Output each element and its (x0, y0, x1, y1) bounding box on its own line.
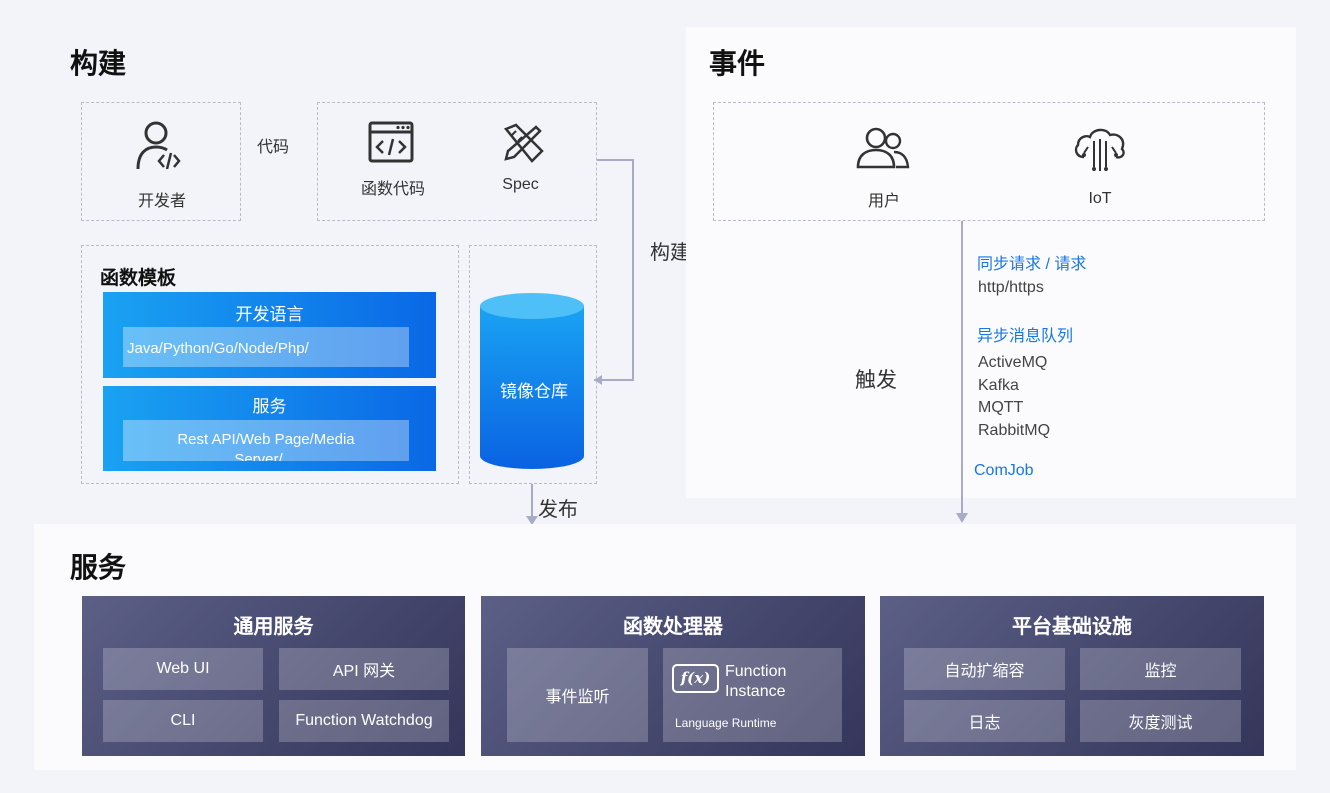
function-template-box: 函数模板 开发语言 Java/Python/Go/Node/Php/ … 服务 … (81, 245, 459, 484)
language-values-box: Java/Python/Go/Node/Php/ … (123, 327, 409, 367)
iot-cloud-icon (1074, 128, 1125, 171)
cronjob-label: ComJob (974, 462, 1034, 479)
trigger-arrow (956, 221, 968, 523)
async-queue-title: 异步消息队列 (977, 328, 1074, 345)
platform-infra-title: 平台基础设施 (1012, 616, 1132, 638)
language-runtime-label: Language Runtime (675, 716, 777, 730)
function-icon: f(x) (672, 664, 719, 693)
code-label: 代码 (257, 139, 290, 156)
service-band-title: 服务 (252, 397, 287, 416)
function-processor-card: 函数处理器 事件监听 f(x) Function Instance Langua… (481, 596, 865, 756)
users-label: 用户 (867, 193, 900, 210)
image-repo-label: 镜像仓库 (500, 382, 568, 401)
event-section-title: 事件 (709, 48, 766, 79)
developer-icon (136, 121, 181, 170)
service-band: 服务 Rest API/Web Page/Media Server/… (103, 386, 436, 471)
function-processor-title: 函数处理器 (623, 616, 723, 638)
build-arrow-label: 构建 (650, 242, 690, 264)
function-instance-label: Function Instance (725, 663, 787, 700)
infra-autoscaling: 自动扩缩容 (904, 648, 1065, 690)
service-values-box: Rest API/Web Page/Media Server/… (123, 420, 409, 461)
mq-mqtt: MQTT (978, 399, 1024, 416)
infra-canary-testing: 灰度测试 (1080, 700, 1241, 742)
mq-rabbitmq: RabbitMQ (978, 422, 1051, 439)
publish-label: 发布 (538, 499, 578, 521)
mq-activemq: ActiveMQ (978, 354, 1048, 371)
service-cli: CLI (103, 700, 263, 742)
infra-monitoring: 监控 (1080, 648, 1241, 690)
common-services-card: 通用服务 Web UI API 网关 CLI Function Watchdog (82, 596, 465, 756)
common-services-title: 通用服务 (233, 616, 314, 638)
code-window-icon (368, 121, 414, 163)
event-sources-box: 用户 IoT (713, 102, 1265, 221)
sync-request-value: http/https (978, 279, 1044, 296)
language-band: 开发语言 Java/Python/Go/Node/Php/ … (103, 292, 436, 378)
service-values: Rest API/Web Page/Media Server/… (177, 431, 355, 461)
developer-label: 开发者 (137, 193, 186, 210)
users-icon (856, 127, 910, 169)
language-title: 开发语言 (235, 305, 304, 324)
infra-logging: 日志 (904, 700, 1065, 742)
func-code-label: 函数代码 (360, 181, 425, 198)
language-values: Java/Python/Go/Node/Php/ … (127, 340, 309, 367)
developer-box: 开发者 (81, 102, 241, 221)
service-function-watchdog: Function Watchdog (279, 700, 449, 742)
build-section-title: 构建 (70, 48, 127, 79)
service-api-gateway: API 网关 (279, 648, 449, 690)
code-spec-box: 函数代码 Spec (317, 102, 597, 221)
template-title: 函数模板 (100, 268, 177, 289)
service-web-ui: Web UI (103, 648, 263, 690)
platform-infra-card: 平台基础设施 自动扩缩容 监控 日志 灰度测试 (880, 596, 1264, 756)
function-instance-tile: f(x) Function Instance Language Runtime (663, 648, 842, 742)
ruler-pencil-icon (503, 123, 544, 163)
services-section-title: 服务 (70, 552, 127, 583)
trigger-label: 触发 (855, 369, 897, 392)
iot-label: IoT (1088, 190, 1112, 207)
spec-label: Spec (502, 176, 539, 193)
image-repo-box: 镜像仓库 (469, 245, 597, 484)
mq-kafka: Kafka (978, 377, 1019, 394)
event-monitor-tile: 事件监听 (507, 648, 648, 742)
build-arrow (594, 159, 634, 385)
sync-request-title: 同步请求 / 请求 (977, 256, 1087, 273)
